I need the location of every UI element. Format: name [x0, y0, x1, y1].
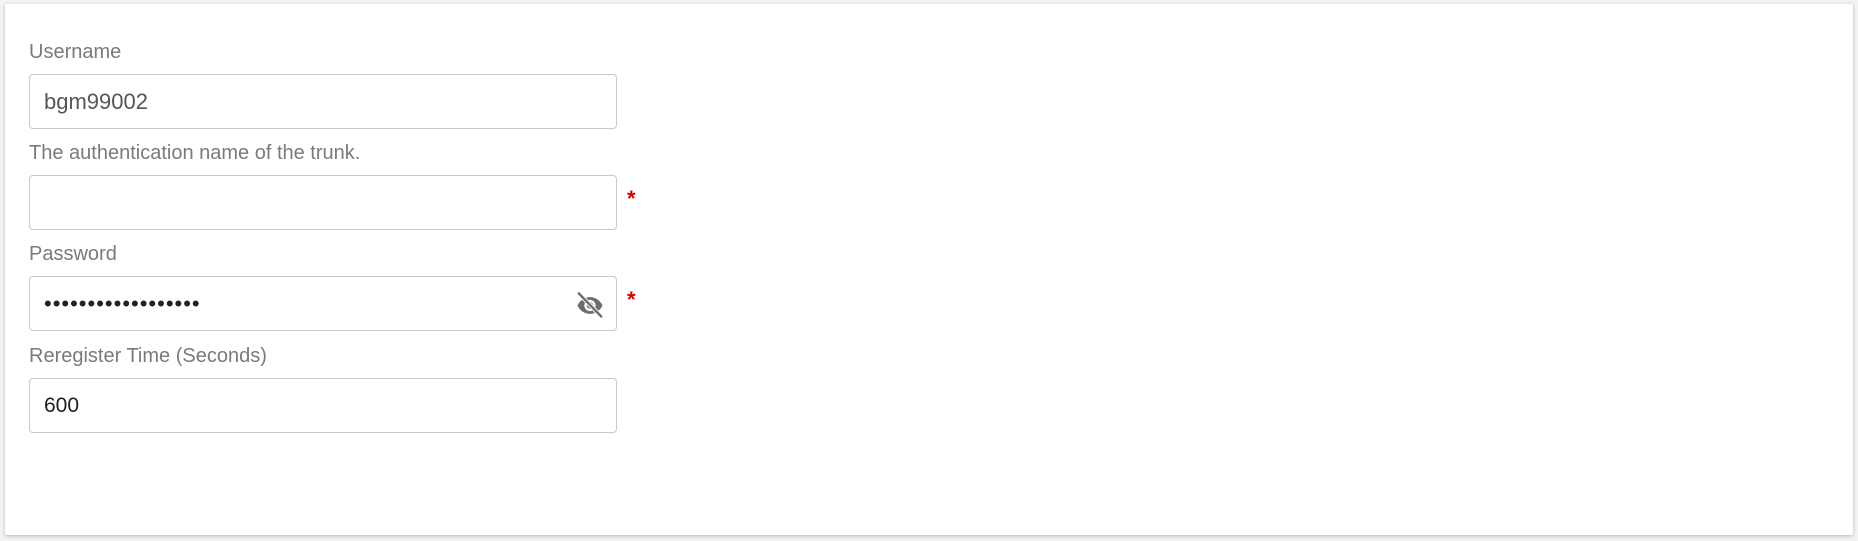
reregister-field-group: Reregister Time (Seconds): [29, 344, 617, 433]
auth-name-input[interactable]: [29, 175, 617, 230]
reregister-label: Reregister Time (Seconds): [29, 345, 267, 367]
auth-name-required-indicator: *: [627, 186, 636, 211]
password-input-row: *: [29, 276, 636, 331]
auth-name-label: The authentication name of the trunk.: [29, 142, 361, 164]
password-label: Password: [29, 243, 117, 265]
eye-off-icon[interactable]: [575, 289, 605, 319]
password-input[interactable]: [29, 276, 617, 331]
password-required-indicator: *: [627, 287, 636, 312]
eye-off-icon-graphic: [576, 291, 604, 319]
trunk-auth-form-card: Username The authentication name of the …: [5, 4, 1853, 535]
reregister-time-input[interactable]: [29, 378, 617, 433]
password-field-group: Password *: [29, 242, 636, 331]
reregister-input-row: [29, 378, 617, 433]
username-input[interactable]: [29, 74, 617, 129]
auth-name-input-row: *: [29, 175, 636, 230]
username-label: Username: [29, 41, 122, 63]
auth-name-field-group: The authentication name of the trunk. *: [29, 141, 636, 230]
username-field-group: Username: [29, 40, 617, 129]
username-input-row: [29, 74, 617, 129]
